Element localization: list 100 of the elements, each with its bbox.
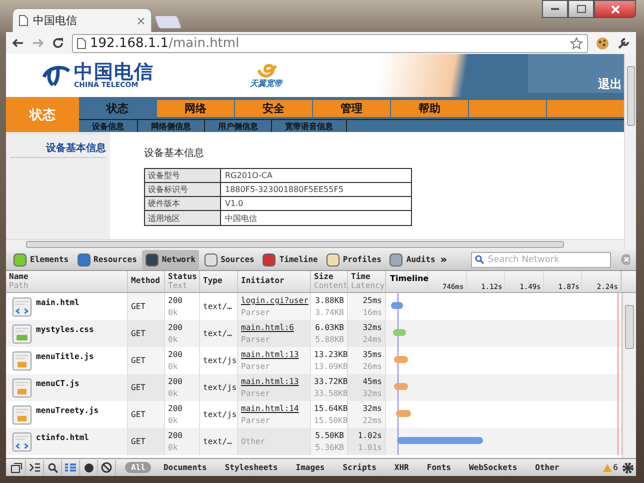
column-header[interactable]: Size Content [311,271,348,292]
info-value: V1.0 [224,198,244,210]
file-name[interactable]: mystyles.css [36,325,94,334]
url-path: /main.html [168,36,240,50]
column-header[interactable]: Method [128,271,165,292]
brand-text: 天翼宽带 [250,78,282,89]
info-value: 1880F5-323001880F5EE55F5 [224,184,344,196]
wrench-icon[interactable] [617,36,630,50]
warning-icon [603,464,612,472]
devtools-tab[interactable]: Profiles [322,250,384,270]
devtools-tab[interactable]: Network [142,250,199,270]
nav-tab[interactable]: 帮助 [391,100,468,117]
search-icon[interactable] [48,462,58,472]
column-header[interactable]: Name Path [6,271,128,292]
subnav-tab[interactable]: 网络侧信息 [138,120,205,132]
dock-icon[interactable] [11,462,22,472]
column-header[interactable]: Timeline [386,271,428,292]
warning-count[interactable]: 6 [613,463,618,472]
new-tab-button[interactable] [153,15,183,29]
method-text: GET [131,408,146,420]
filter-tab[interactable]: XHR [388,462,415,473]
cookie-icon[interactable] [596,36,609,50]
initiator-link[interactable]: main.html:13 [241,349,307,361]
file-name[interactable]: menuTitle.js [36,352,94,362]
address-field[interactable]: 192.168.1.1/main.html [72,34,588,52]
info-label: 硬件版本 [145,197,221,210]
minimize-button[interactable] [542,0,568,18]
scrollbar-thumb[interactable] [26,241,564,248]
html-file-icon [12,296,32,318]
file-name[interactable]: ctinfo.html [36,433,89,442]
initiator-link[interactable]: login.cgi?user [241,295,307,307]
panel-icon [144,252,159,266]
type-text: text/js [203,354,234,366]
filter-tab[interactable]: Stylesheets [218,462,284,473]
vertical-scrollbar[interactable] [622,293,636,458]
maximize-button[interactable] [568,0,594,18]
initiator-link[interactable]: main.html:13 [241,376,307,388]
nav-tab[interactable]: 管理 [313,100,390,117]
devtools-tab[interactable]: Audits [386,250,438,270]
file-name[interactable]: menuCT.js [36,379,80,388]
more-panels[interactable]: » [440,253,447,266]
clear-icon[interactable] [101,462,112,473]
filter-tab[interactable]: Fonts [420,462,457,473]
console-icon[interactable] [28,463,40,472]
file-name[interactable]: main.html [36,298,80,308]
star-icon[interactable] [570,36,583,50]
column-header[interactable]: Type [200,271,238,292]
filter-tab[interactable]: WebSockets [462,462,524,473]
close-button[interactable] [594,0,636,18]
devtools-tab[interactable]: Timeline [259,250,321,270]
initiator-type: Parser [241,388,271,400]
browser-tab[interactable]: 中国电信 [12,8,152,32]
telecom-logo-icon [41,64,71,86]
search-icon [474,254,484,264]
filter-tab[interactable]: Other [529,462,566,473]
initiator-type: Parser [241,334,271,346]
size-text: 3.88KB [314,295,344,307]
filter-tab[interactable]: Documents [157,462,213,473]
devtools-tab[interactable]: Resources [74,250,140,270]
logout-link[interactable]: 退出 [528,54,624,93]
info-label: 设备型号 [145,169,221,182]
column-header[interactable]: Time Latency [348,271,386,292]
back-icon[interactable] [12,38,24,48]
horizontal-scrollbar[interactable] [6,239,624,249]
list-icon[interactable] [65,463,76,472]
nav-tab[interactable]: 安全 [235,100,312,117]
panel-icon [76,252,91,266]
sidebar-item[interactable]: 设备基本信息 [10,141,106,158]
swirl-logo-icon [255,62,277,78]
status-text: 0k [168,360,179,372]
latency-text: 26ms [362,360,382,372]
column-header[interactable]: Status Text [165,271,200,292]
type-text: text/js [203,382,234,394]
initiator-link[interactable]: main.html:14 [241,403,307,415]
panel-icon [204,252,218,266]
search-field[interactable]: Search Network [470,252,611,268]
nav-tab[interactable]: 网络 [157,100,234,117]
scrollbar-thumb[interactable] [627,66,635,126]
scrollbar-thumb[interactable] [625,305,634,349]
filter-tab[interactable]: Images [290,462,331,473]
reload-icon[interactable] [52,37,64,49]
subnav-tab[interactable]: 宽带语音信息 [272,120,347,132]
settings-icon[interactable] [622,462,634,474]
type-text: text/… [203,328,233,340]
method-text: GET [131,300,146,312]
subnav-tab[interactable]: 用户侧信息 [205,120,272,132]
info-value: RG201O-CA [224,170,274,182]
file-name[interactable]: menuTreety.js [36,406,99,416]
column-header[interactable]: Initiator [238,271,311,292]
record-icon[interactable] [84,462,94,472]
latency-text: 32ms [362,388,382,400]
devtools-tab[interactable]: Sources [200,250,258,270]
close-icon[interactable] [137,16,145,24]
size-text: 6.03KB [314,322,344,334]
filter-tab[interactable]: Scripts [336,462,382,473]
devtools-tab[interactable]: Elements [10,250,72,270]
time-text: 1.02s [356,430,382,442]
panel-icon [326,252,340,266]
latency-text: 22ms [362,414,382,426]
initiator-link[interactable]: main.html:6 [241,322,307,334]
